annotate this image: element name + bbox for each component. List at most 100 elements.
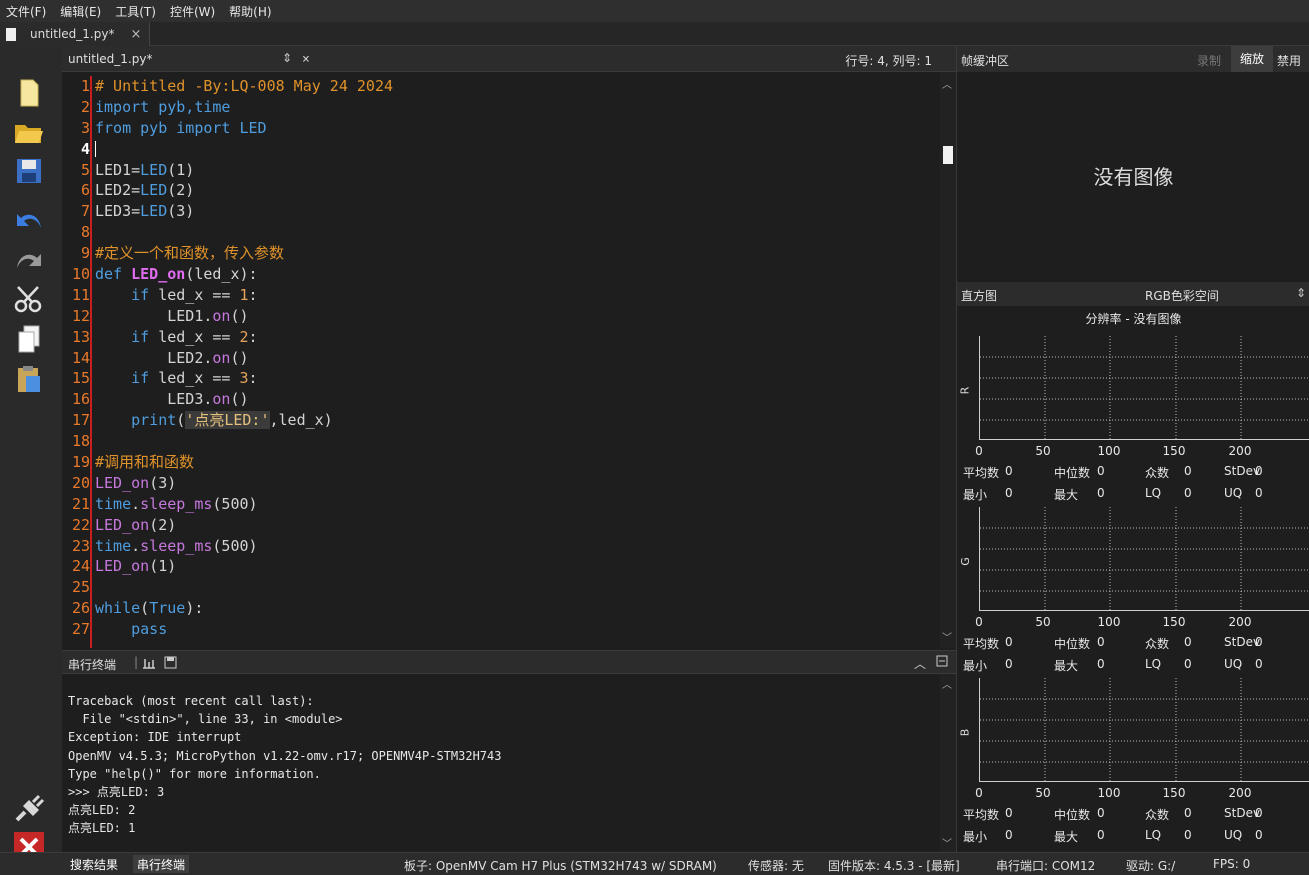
code-line: LED1.on() bbox=[95, 306, 249, 325]
scroll-up-icon[interactable]: ︿ bbox=[942, 76, 952, 91]
histogram-title: 直方图 bbox=[961, 289, 998, 303]
copy-icon[interactable] bbox=[12, 324, 46, 354]
menu-tools[interactable]: 工具(T) bbox=[115, 3, 156, 20]
code-line: LED3.on() bbox=[95, 390, 249, 409]
firmware-info[interactable]: 固件版本: 4.5.3 - [最新] bbox=[828, 857, 960, 874]
open-folder-icon[interactable] bbox=[12, 116, 46, 146]
code-line: LED2=LED(2) bbox=[95, 181, 195, 200]
histogram-stat: 最大 bbox=[1054, 830, 1079, 844]
line-number: 13 bbox=[71, 327, 90, 346]
terminal-line: >>> 点亮LED: 3 bbox=[68, 784, 165, 799]
line-number: 9 bbox=[80, 244, 90, 263]
histogram-stat: UQ bbox=[1224, 657, 1243, 671]
new-file-icon[interactable] bbox=[12, 78, 46, 108]
collapse-terminal-icon[interactable]: ︿ bbox=[914, 655, 926, 672]
right-panel: 帧缓冲区 录制 缩放 禁用 没有图像 直方图 RGB色彩空间 ⇕ 分辨率 - 没… bbox=[956, 46, 1309, 852]
color-space-dropdown-icon[interactable]: ⇕ bbox=[1296, 286, 1306, 300]
undo-icon[interactable] bbox=[12, 204, 46, 234]
code-line: time.sleep_ms(500) bbox=[95, 536, 258, 555]
scrollbar-thumb[interactable] bbox=[943, 146, 953, 164]
code-line: time.sleep_ms(500) bbox=[95, 494, 258, 513]
search-results-tab[interactable]: 搜索结果 bbox=[66, 855, 122, 873]
menu-widgets[interactable]: 控件(W) bbox=[170, 3, 215, 20]
histogram-stat: 0 bbox=[1097, 635, 1105, 649]
line-number: 12 bbox=[71, 306, 90, 325]
file-dropdown-icon[interactable]: ⇕ bbox=[282, 51, 292, 65]
code-line: def LED_on(led_x): bbox=[95, 265, 258, 284]
text-cursor bbox=[95, 141, 96, 158]
menu-edit[interactable]: 编辑(E) bbox=[60, 3, 101, 20]
scroll-down-icon[interactable]: ﹀ bbox=[942, 835, 952, 850]
editor-filename[interactable]: untitled_1.py* bbox=[68, 52, 152, 66]
terminal-line: Type "help()" for more information. bbox=[68, 766, 321, 781]
serial-terminal-tab[interactable]: 串行终端 bbox=[133, 855, 190, 873]
redo-icon[interactable] bbox=[12, 244, 46, 274]
histogram-stat: 0 bbox=[1097, 657, 1105, 671]
drive-info[interactable]: 驱动: G:/ bbox=[1126, 857, 1175, 874]
terminal-header: 串行终端 | ︿ bbox=[62, 650, 956, 674]
save-icon[interactable] bbox=[12, 156, 46, 186]
histogram-stat: 0 bbox=[1184, 828, 1192, 842]
code-line: LED_on(1) bbox=[95, 557, 177, 576]
code-line: if led_x == 2: bbox=[95, 327, 258, 346]
file-icon bbox=[6, 27, 16, 41]
connect-icon[interactable] bbox=[12, 794, 46, 824]
cursor-position: 行号: 4, 列号: 1 bbox=[845, 54, 932, 68]
histogram-channel-label: G bbox=[958, 557, 972, 566]
histogram-tick-label: 50 bbox=[1035, 444, 1051, 458]
histogram-tick-label: 100 bbox=[1097, 615, 1121, 629]
terminal-save-icon[interactable] bbox=[164, 656, 177, 672]
close-tab-icon[interactable]: × bbox=[130, 27, 141, 42]
histogram-stat: LQ bbox=[1145, 486, 1162, 500]
terminal-title: 串行终端 bbox=[68, 658, 117, 672]
serial-port-info[interactable]: 串行端口: COM12 bbox=[996, 857, 1095, 874]
disable-button[interactable]: 禁用 bbox=[1277, 52, 1301, 69]
histogram-stat: 最小 bbox=[963, 659, 988, 673]
paste-icon[interactable] bbox=[12, 364, 46, 394]
histogram-plot bbox=[979, 507, 1309, 611]
histogram-tick-label: 100 bbox=[1097, 786, 1121, 800]
board-info[interactable]: 板子: OpenMV Cam H7 Plus (STM32H743 w/ SDR… bbox=[404, 857, 717, 874]
code-line: LED_on(3) bbox=[95, 473, 177, 492]
file-tab[interactable]: untitled_1.py* × bbox=[0, 22, 150, 46]
code-line: import pyb,time bbox=[95, 97, 231, 116]
serial-terminal[interactable]: Traceback (most recent call last): File … bbox=[62, 674, 940, 852]
terminal-scrollbar[interactable]: ︿ ﹀ bbox=[940, 674, 956, 852]
code-editor[interactable]: 1 2 3 4 5 6 7 8 9 10 11 12 13 14 15 16 1… bbox=[62, 72, 940, 648]
histogram-stat: 0 bbox=[1184, 806, 1192, 820]
change-marker-bar bbox=[90, 76, 92, 648]
code-line: #调用和和函数 bbox=[95, 453, 195, 472]
line-number: 21 bbox=[71, 494, 90, 513]
histogram-stat: 中位数 bbox=[1054, 808, 1091, 822]
record-button[interactable]: 录制 bbox=[1197, 52, 1221, 69]
zoom-button[interactable]: 缩放 bbox=[1231, 46, 1273, 72]
histogram-tick-label: 0 bbox=[975, 615, 983, 629]
code-line: LED3=LED(3) bbox=[95, 202, 195, 221]
editor-scrollbar[interactable]: ︿ ﹀ bbox=[940, 72, 956, 648]
line-number: 16 bbox=[71, 390, 90, 409]
menu-help[interactable]: 帮助(H) bbox=[229, 3, 271, 20]
line-number: 3 bbox=[80, 118, 90, 137]
maximize-terminal-icon[interactable] bbox=[936, 655, 948, 670]
sensor-info: 传感器: 无 bbox=[748, 859, 804, 873]
scroll-up-icon[interactable]: ︿ bbox=[942, 676, 952, 691]
code-text[interactable]: # Untitled -By:LQ-008 May 24 2024 import… bbox=[95, 76, 935, 640]
histogram-stat: 中位数 bbox=[1054, 637, 1091, 651]
histogram-stat: 0 bbox=[1097, 828, 1105, 842]
menu-file[interactable]: 文件(F) bbox=[6, 3, 46, 20]
histogram-stat: 0 bbox=[1005, 806, 1013, 820]
histogram-stat: 0 bbox=[1005, 657, 1013, 671]
code-line-current bbox=[95, 139, 935, 160]
color-space-select[interactable]: RGB色彩空间 bbox=[1145, 287, 1219, 304]
histogram-tick-label: 0 bbox=[975, 786, 983, 800]
terminal-clear-icon[interactable] bbox=[142, 657, 156, 672]
menu-bar: 文件(F) 编辑(E) 工具(T) 控件(W) 帮助(H) bbox=[0, 0, 1309, 22]
cut-icon[interactable] bbox=[12, 284, 46, 314]
close-editor-icon[interactable]: × bbox=[302, 50, 310, 71]
scroll-down-icon[interactable]: ﹀ bbox=[942, 629, 952, 644]
code-line: LED_on(2) bbox=[95, 515, 177, 534]
histogram-tick-label: 100 bbox=[1097, 444, 1121, 458]
code-line: pass bbox=[95, 620, 168, 639]
